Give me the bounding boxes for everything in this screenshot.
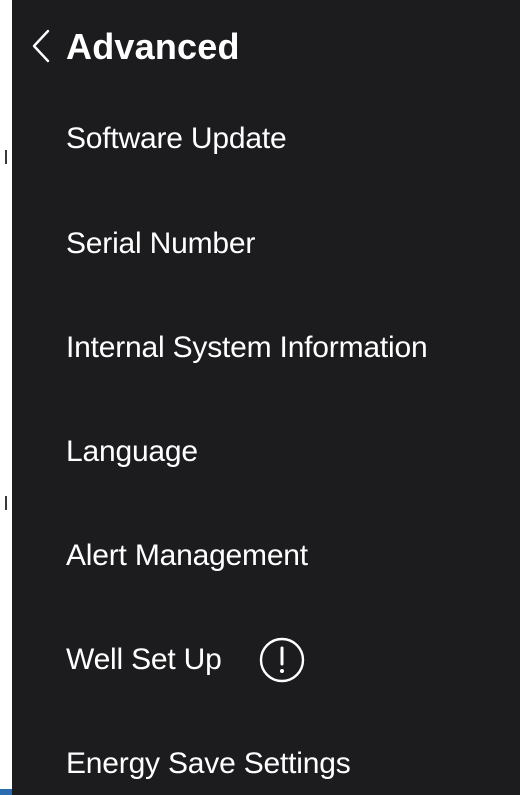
menu-item-well-set-up[interactable]: Well Set Up bbox=[12, 625, 520, 695]
edge-marker bbox=[5, 150, 7, 164]
menu-item-label: Well Set Up bbox=[66, 643, 222, 676]
menu-item-energy-save-settings[interactable]: Energy Save Settings bbox=[12, 729, 520, 795]
menu-item-label: Language bbox=[66, 435, 198, 468]
advanced-settings-panel: Advanced Software Update Serial Number I… bbox=[12, 0, 520, 795]
screen: Advanced Software Update Serial Number I… bbox=[0, 0, 524, 795]
bottom-accent-bar bbox=[0, 789, 12, 795]
alert-circle-icon bbox=[257, 635, 307, 685]
menu-item-label: Energy Save Settings bbox=[66, 747, 351, 780]
menu-item-label: Internal System Information bbox=[66, 331, 428, 364]
menu-item-language[interactable]: Language bbox=[12, 417, 520, 487]
menu-item-software-update[interactable]: Software Update bbox=[12, 104, 520, 174]
left-edge-strip bbox=[0, 0, 12, 795]
menu-item-alert-management[interactable]: Alert Management bbox=[12, 521, 520, 591]
settings-menu: Software Update Serial Number Internal S… bbox=[12, 0, 520, 795]
menu-item-label: Serial Number bbox=[66, 227, 256, 260]
menu-item-label: Software Update bbox=[66, 122, 287, 155]
menu-item-serial-number[interactable]: Serial Number bbox=[12, 209, 520, 279]
menu-item-label: Alert Management bbox=[66, 539, 308, 572]
menu-item-internal-system-information[interactable]: Internal System Information bbox=[12, 313, 520, 383]
right-edge bbox=[520, 0, 524, 795]
edge-marker bbox=[5, 496, 7, 510]
